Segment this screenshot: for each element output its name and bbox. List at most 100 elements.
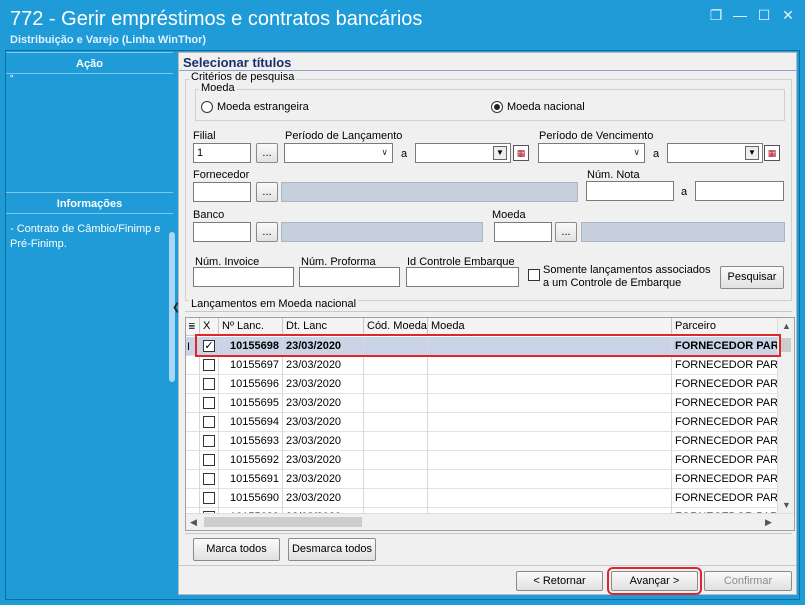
table-row[interactable]: 1015569623/03/2020 FORNECEDOR PARA V: [186, 375, 778, 394]
pesquisar-button[interactable]: Pesquisar: [720, 266, 784, 289]
id-controle-input[interactable]: [406, 267, 519, 287]
row-checkbox[interactable]: [203, 378, 215, 390]
row-checkbox[interactable]: [203, 397, 215, 409]
row-check-cell: [200, 413, 219, 432]
cell-dt-lanc: 23/03/2020: [283, 394, 364, 413]
row-indicator: [186, 356, 200, 375]
cell-moeda: [428, 375, 672, 394]
table-row[interactable]: 1015569023/03/2020 FORNECEDOR PARA V: [186, 489, 778, 508]
fornecedor-code-input[interactable]: [193, 182, 251, 202]
text-cursor-icon: I: [187, 341, 191, 353]
periodo-lancamento-combo[interactable]: ∨: [284, 143, 393, 163]
cell-cod-moeda: [364, 451, 428, 470]
cell-moeda: [428, 470, 672, 489]
restore-icon[interactable]: ❐: [709, 8, 723, 22]
calendar-icon[interactable]: ▦: [513, 145, 529, 161]
calendar-icon[interactable]: ▦: [764, 145, 780, 161]
table-row[interactable]: 1015569223/03/2020 FORNECEDOR PARA V: [186, 451, 778, 470]
scroll-thumb[interactable]: [204, 517, 362, 527]
radio-moeda-nacional[interactable]: Moeda nacional: [491, 101, 585, 113]
sidebar-acao-content: ": [10, 74, 14, 85]
cell-cod-moeda: [364, 356, 428, 375]
table-row[interactable]: 1015569123/03/2020 FORNECEDOR PARA V: [186, 470, 778, 489]
periodo-vencimento-combo[interactable]: ∨: [538, 143, 645, 163]
somente-associados-checkbox[interactable]: [528, 269, 540, 281]
row-check-cell: [200, 356, 219, 375]
row-check-cell: [200, 489, 219, 508]
periodo-lancamento-label: Período de Lançamento: [285, 130, 403, 142]
moeda-lookup-button[interactable]: ...: [555, 222, 577, 242]
close-icon[interactable]: ✕: [781, 8, 795, 22]
row-checkbox[interactable]: [203, 492, 215, 504]
dropdown-icon[interactable]: ▼: [493, 146, 507, 160]
fornecedor-lookup-button[interactable]: ...: [256, 182, 278, 202]
avancar-button[interactable]: Avançar >: [607, 567, 702, 595]
row-check-cell: [200, 470, 219, 489]
filial-input[interactable]: 1: [193, 143, 251, 163]
cell-num-lanc: 10155691: [219, 470, 283, 489]
sidebar-header-informacoes: Informações: [6, 192, 173, 214]
table-row[interactable]: 1015569423/03/2020 FORNECEDOR PARA V: [186, 413, 778, 432]
num-invoice-input[interactable]: [193, 267, 294, 287]
scroll-right-icon[interactable]: ▶: [765, 517, 772, 528]
cell-cod-moeda: [364, 432, 428, 451]
radio-moeda-estrangeira[interactable]: Moeda estrangeira: [201, 101, 309, 113]
cell-parceiro: FORNECEDOR PARA V: [675, 416, 778, 428]
row-checkbox[interactable]: [203, 473, 215, 485]
fornecedor-label: Fornecedor: [193, 169, 250, 181]
desmarca-todos-button[interactable]: Desmarca todos: [288, 538, 376, 561]
minimize-icon[interactable]: —: [733, 8, 747, 22]
cell-parceiro: FORNECEDOR PARA V: [675, 492, 778, 504]
scroll-down-icon[interactable]: ▼: [782, 500, 791, 510]
retornar-button[interactable]: < Retornar: [516, 571, 603, 591]
footer-divider: [179, 565, 796, 566]
cell-cod-moeda: [364, 394, 428, 413]
row-checkbox[interactable]: [203, 435, 215, 447]
scroll-up-icon[interactable]: ▲: [782, 321, 791, 331]
periodo-lanc-end-date[interactable]: ▼: [415, 143, 511, 163]
row-indicator: [186, 413, 200, 432]
row-check-cell: [200, 451, 219, 470]
row-checkbox[interactable]: [203, 416, 215, 428]
radio-circle[interactable]: [491, 101, 503, 113]
table-row[interactable]: 1015569723/03/2020 FORNECEDOR PARA V: [186, 356, 778, 375]
num-proforma-input[interactable]: [299, 267, 400, 287]
table-row[interactable]: 1015569523/03/2020 FORNECEDOR PARA V: [186, 394, 778, 413]
somente-associados-label-1: Somente lançamentos associados: [543, 264, 711, 276]
periodo-vencimento-label: Período de Vencimento: [539, 130, 654, 142]
num-nota-start-input[interactable]: [586, 181, 674, 201]
cell-num-lanc: 10155697: [219, 356, 283, 375]
maximize-icon[interactable]: ☐: [757, 8, 771, 22]
row-checkbox[interactable]: [203, 454, 215, 466]
cell-parceiro: FORNECEDOR PARA V: [675, 435, 778, 447]
cell-moeda: [428, 356, 672, 375]
num-nota-a-label: a: [681, 186, 688, 198]
periodo-venc-end-date[interactable]: ▼: [667, 143, 763, 163]
filial-lookup-button[interactable]: ...: [256, 143, 278, 163]
banco-lookup-button[interactable]: ...: [256, 222, 278, 242]
cell-cod-moeda: [364, 413, 428, 432]
cell-num-lanc: 10155692: [219, 451, 283, 470]
cell-moeda: [428, 432, 672, 451]
marca-todos-button[interactable]: Marca todos: [193, 538, 280, 561]
moeda-code-input[interactable]: [494, 222, 552, 242]
dropdown-icon[interactable]: ▼: [745, 146, 759, 160]
window-subtitle: Distribuição e Varejo (Linha WinThor): [10, 34, 207, 46]
scroll-thumb[interactable]: [781, 338, 791, 352]
num-nota-end-input[interactable]: [695, 181, 784, 201]
grid-horizontal-scrollbar[interactable]: ◀ ▶: [186, 513, 794, 530]
banco-code-input[interactable]: [193, 222, 251, 242]
row-check-cell: [200, 394, 219, 413]
radio-label: Moeda estrangeira: [217, 101, 309, 113]
radio-circle[interactable]: [201, 101, 213, 113]
table-row[interactable]: 1015569323/03/2020 FORNECEDOR PARA V: [186, 432, 778, 451]
row-indicator: [186, 375, 200, 394]
banco-label: Banco: [193, 209, 225, 221]
cell-moeda: [428, 451, 672, 470]
scroll-left-icon[interactable]: ◀: [190, 517, 197, 528]
filial-label: Filial: [193, 130, 216, 142]
row-indicator: [186, 451, 200, 470]
cell-cod-moeda: [364, 489, 428, 508]
confirmar-button[interactable]: Confirmar: [704, 571, 792, 591]
row-checkbox[interactable]: [203, 359, 215, 371]
